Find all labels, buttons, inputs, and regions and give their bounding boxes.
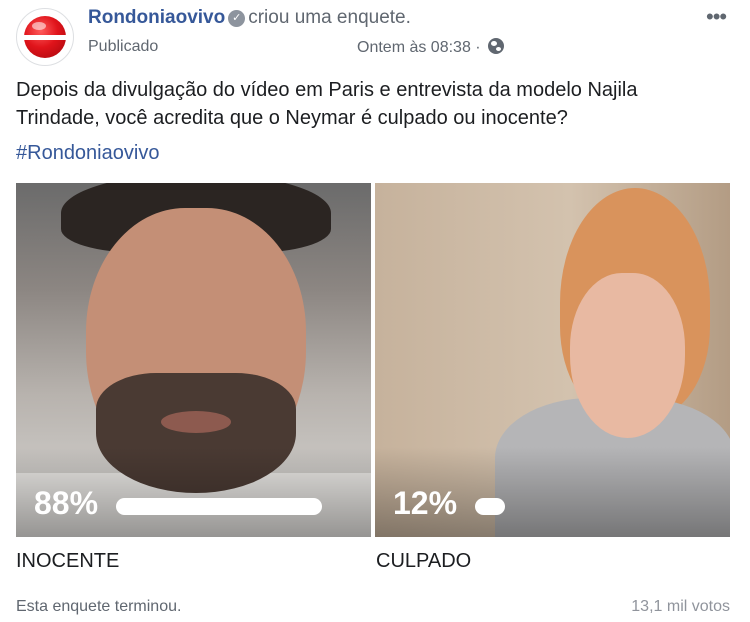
poll-option-percent: 88% xyxy=(34,485,99,521)
poll-option-percent: 12% xyxy=(393,485,458,521)
post-text: Depois da divulgação do vídeo em Paris e… xyxy=(16,79,638,129)
poll-option-culpado[interactable]: 12% xyxy=(375,183,730,537)
hashtag-link[interactable]: #Rondoniaovivo xyxy=(16,142,159,165)
globe-icon[interactable] xyxy=(488,38,505,54)
post-status: Publicado xyxy=(88,38,159,55)
photo-mouth xyxy=(161,411,231,433)
more-options-icon[interactable]: ••• xyxy=(706,4,727,30)
poll-votes-count[interactable]: 13,1 mil votos xyxy=(631,598,730,616)
author-name-link[interactable]: Rondoniaovivo xyxy=(88,7,225,28)
poll-option-inocente[interactable]: 88% xyxy=(16,183,371,537)
poll-progress-bar xyxy=(116,498,322,515)
post-action-text: criou uma enquete. xyxy=(248,7,411,28)
poll-status-text: Esta enquete terminou. xyxy=(16,598,182,615)
post-timestamp-link[interactable]: Ontem às 08:38 · xyxy=(357,39,481,56)
poll-option-label[interactable]: CULPADO xyxy=(376,550,471,573)
poll-option-label[interactable]: INOCENTE xyxy=(16,550,119,573)
post-timestamp-row: Ontem às 08:38 · xyxy=(357,38,505,57)
photo-face xyxy=(570,273,685,438)
poll-progress-bar xyxy=(475,498,505,515)
verified-badge-icon: ✓ xyxy=(228,10,246,27)
page-avatar[interactable] xyxy=(16,8,74,66)
post-header-line: Rondoniaovivo ✓ criou uma enquete. xyxy=(88,7,411,29)
